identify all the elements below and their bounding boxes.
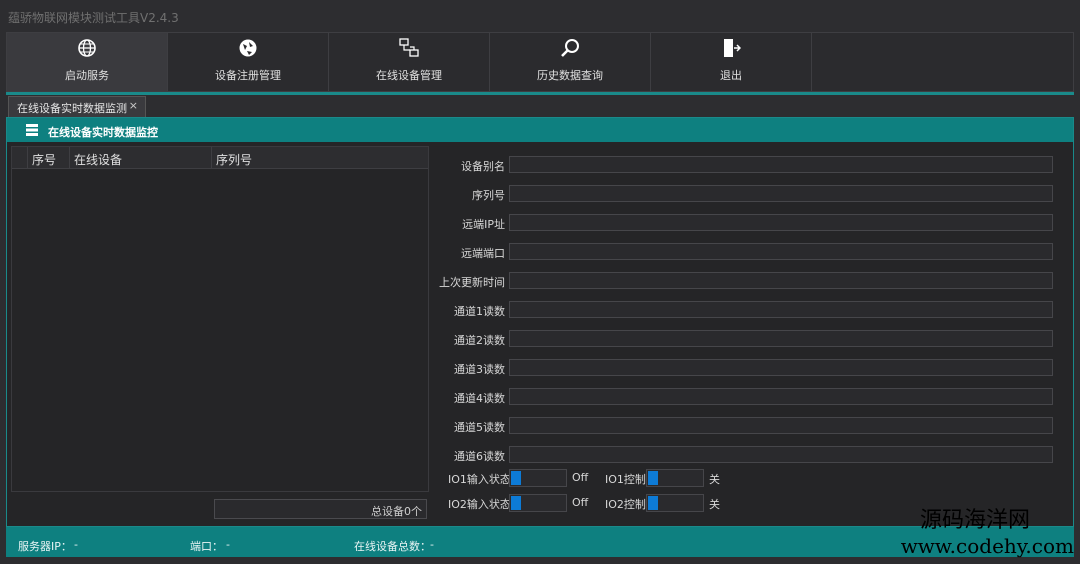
- server-ip-label: 服务器IP：: [18, 540, 72, 553]
- field-row-remote-port: 远端端口: [431, 243, 1071, 261]
- field-label-channel-4: 通道4读数: [454, 392, 505, 405]
- tab-label: 在线设备实时数据监测: [17, 102, 127, 115]
- title-bar: 蕴骄物联网模块测试工具V2.4.3: [0, 0, 1080, 32]
- server-ip-value: -: [74, 538, 78, 551]
- table-header: 序号 在线设备 序列号: [12, 147, 428, 169]
- app-title: 蕴骄物联网模块测试工具V2.4.3: [8, 11, 179, 25]
- channel-5-input[interactable]: [509, 417, 1053, 434]
- last-update-input[interactable]: [509, 272, 1053, 289]
- field-row-alias: 设备别名: [431, 156, 1071, 174]
- toggle-knob: [511, 496, 521, 510]
- panel-header: 在线设备实时数据监控: [7, 118, 1073, 142]
- io2-control-label: IO2控制: [605, 498, 646, 511]
- toggle-knob: [511, 471, 521, 485]
- online-total-label: 在线设备总数：: [354, 540, 431, 553]
- tab-realtime-monitor[interactable]: 在线设备实时数据监测 ×: [8, 96, 146, 117]
- field-label-channel-3: 通道3读数: [454, 363, 505, 376]
- io1-input-label: IO1输入状态: [448, 473, 511, 486]
- field-row-channel-3: 通道3读数: [431, 359, 1071, 377]
- field-row-serial: 序列号: [431, 185, 1071, 203]
- io1-control-state: 关: [709, 473, 720, 486]
- io1-control-label: IO1控制: [605, 473, 646, 486]
- registration-icon: [239, 39, 257, 57]
- history-query-button[interactable]: 历史数据查询: [490, 33, 651, 91]
- network-icon: [399, 38, 419, 57]
- serial-input[interactable]: [509, 185, 1053, 202]
- field-label-remote-port: 远端端口: [461, 247, 505, 260]
- field-row-channel-2: 通道2读数: [431, 330, 1071, 348]
- column-header-device[interactable]: 在线设备: [70, 147, 212, 169]
- main-toolbar: 启动服务 设备注册管理 在线设备管理 历史数据查询 退出: [6, 32, 1074, 92]
- watermark: 源码海洋网 www.codehy.com: [854, 508, 1074, 558]
- remote-ip-input[interactable]: [509, 214, 1053, 231]
- device-registration-button[interactable]: 设备注册管理: [168, 33, 329, 91]
- history-query-label: 历史数据查询: [537, 69, 603, 82]
- field-label-channel-5: 通道5读数: [454, 421, 505, 434]
- close-icon[interactable]: ×: [129, 99, 138, 112]
- device-total-box: 总设备0个: [214, 499, 427, 519]
- exit-button[interactable]: 退出: [651, 33, 812, 91]
- channel-1-input[interactable]: [509, 301, 1053, 318]
- toggle-knob: [648, 471, 658, 485]
- toggle-knob: [648, 496, 658, 510]
- watermark-line-1: 源码海洋网: [919, 508, 1030, 533]
- device-registration-label: 设备注册管理: [215, 69, 281, 82]
- online-device-management-button[interactable]: 在线设备管理: [329, 33, 490, 91]
- panel-title: 在线设备实时数据监控: [48, 126, 158, 139]
- io2-input-toggle[interactable]: [509, 494, 567, 512]
- realtime-monitor-panel: 在线设备实时数据监控 序号 在线设备 序列号 总设备0个 设备别名 序列号 远端…: [6, 117, 1074, 527]
- field-row-channel-6: 通道6读数: [431, 446, 1071, 464]
- online-total-value: -: [430, 538, 434, 551]
- column-header-serial[interactable]: 序列号: [212, 147, 428, 169]
- field-label-channel-1: 通道1读数: [454, 305, 505, 318]
- field-row-remote-ip: 远端IP址: [431, 214, 1071, 232]
- field-label-channel-6: 通道6读数: [454, 450, 505, 463]
- field-row-channel-1: 通道1读数: [431, 301, 1071, 319]
- io2-control-toggle[interactable]: [646, 494, 704, 512]
- column-header-index[interactable]: 序号: [28, 147, 70, 169]
- exit-label: 退出: [720, 69, 742, 82]
- channel-3-input[interactable]: [509, 359, 1053, 376]
- start-service-button[interactable]: 启动服务: [7, 33, 168, 91]
- search-icon: [561, 39, 579, 57]
- field-row-last-update: 上次更新时间: [431, 272, 1071, 290]
- io2-input-state: Off: [572, 496, 589, 509]
- row-selector-column: [12, 147, 28, 169]
- tab-strip: 在线设备实时数据监测 ×: [6, 95, 1074, 117]
- io1-row: IO1输入状态 Off IO1控制 关: [431, 469, 1071, 487]
- io1-input-state: Off: [572, 471, 589, 484]
- device-detail-form: 设备别名 序列号 远端IP址 远端端口 上次更新时间 通道1读数 通道2读数 通…: [431, 146, 1071, 526]
- io1-control-toggle[interactable]: [646, 469, 704, 487]
- start-service-label: 启动服务: [65, 69, 109, 82]
- channel-4-input[interactable]: [509, 388, 1053, 405]
- alias-input[interactable]: [509, 156, 1053, 173]
- field-label-channel-2: 通道2读数: [454, 334, 505, 347]
- field-label-alias: 设备别名: [461, 160, 505, 173]
- exit-door-icon: [724, 39, 741, 57]
- watermark-line-2: www.codehy.com: [900, 534, 1074, 558]
- io1-input-toggle[interactable]: [509, 469, 567, 487]
- online-device-table[interactable]: 序号 在线设备 序列号: [11, 146, 429, 492]
- globe-icon: [78, 39, 96, 57]
- io2-control-state: 关: [709, 498, 720, 511]
- field-label-serial: 序列号: [472, 189, 505, 202]
- online-device-management-label: 在线设备管理: [376, 69, 442, 82]
- channel-6-input[interactable]: [509, 446, 1053, 463]
- remote-port-input[interactable]: [509, 243, 1053, 260]
- field-row-channel-5: 通道5读数: [431, 417, 1071, 435]
- channel-2-input[interactable]: [509, 330, 1053, 347]
- field-row-channel-4: 通道4读数: [431, 388, 1071, 406]
- port-value: -: [226, 538, 230, 551]
- port-label: 端口：: [190, 540, 223, 553]
- io2-input-label: IO2输入状态: [448, 498, 511, 511]
- field-label-remote-ip: 远端IP址: [462, 218, 505, 231]
- server-icon: [26, 124, 38, 136]
- field-label-last-update: 上次更新时间: [439, 276, 505, 289]
